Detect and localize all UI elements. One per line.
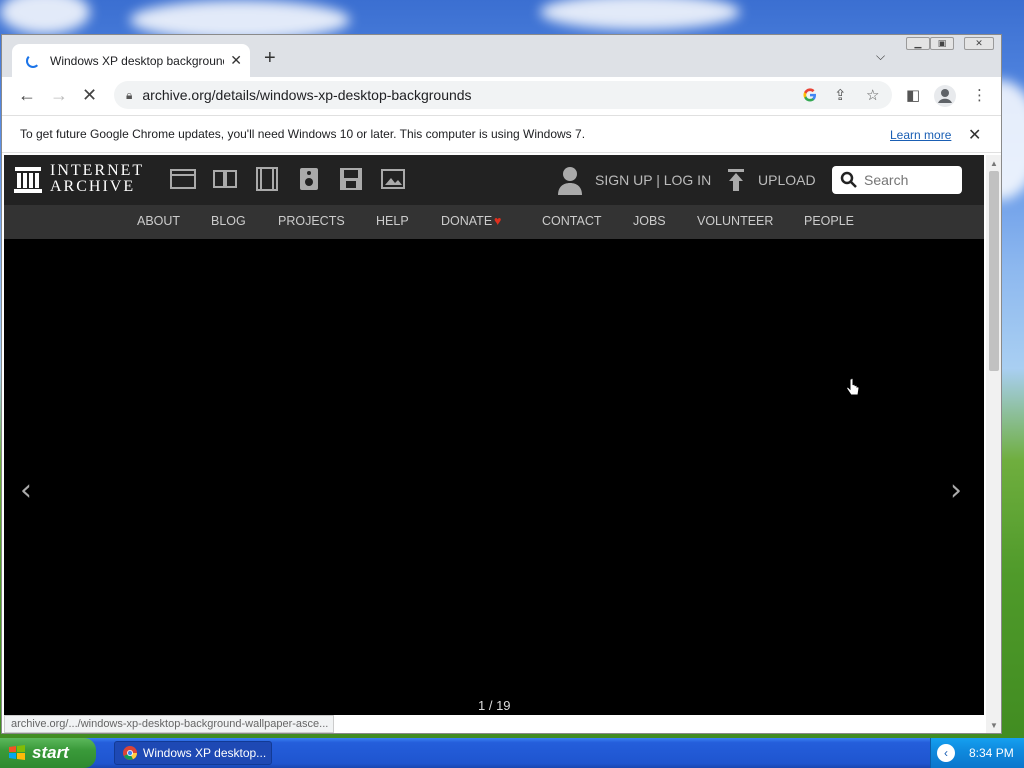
texts-icon[interactable] xyxy=(212,167,238,191)
nav-about[interactable]: ABOUT xyxy=(137,214,180,228)
wallpaper-cloud xyxy=(0,0,90,34)
image-counter: 1 / 19 xyxy=(478,698,511,713)
new-tab-button[interactable]: + xyxy=(264,47,276,70)
signup-login-link[interactable]: SIGN UP | LOG IN xyxy=(595,172,711,188)
ia-temple-icon xyxy=(14,167,42,193)
taskbar-chrome-button[interactable]: Windows XP desktop... xyxy=(114,741,272,765)
system-tray: ‹ 8:34 PM xyxy=(930,738,1024,768)
start-button[interactable]: start xyxy=(0,738,96,768)
images-icon[interactable] xyxy=(380,167,406,191)
nav-blog[interactable]: BLOG xyxy=(211,214,246,228)
forward-arrow-icon[interactable]: → xyxy=(50,85,68,106)
user-account-icon[interactable] xyxy=(556,165,584,195)
update-infobar: To get future Google Chrome updates, you… xyxy=(2,115,1001,153)
learn-more-link[interactable]: Learn more xyxy=(890,128,951,142)
browser-tab[interactable]: Windows XP desktop backgrounds : ✕ xyxy=(12,44,250,77)
next-image-icon[interactable]: › xyxy=(950,473,962,508)
close-window-button[interactable]: ✕ xyxy=(964,37,994,50)
chrome-icon xyxy=(123,746,137,760)
status-url-bubble: archive.org/.../windows-xp-desktop-backg… xyxy=(4,715,334,733)
ia-nav-bar: ABOUT BLOG PROJECTS HELP DONATE ♥ CONTAC… xyxy=(4,205,984,239)
donate-heart-icon: ♥ xyxy=(494,214,502,228)
browser-titlebar: Windows XP desktop backgrounds : ✕ + ⌵ ▁… xyxy=(2,35,1001,77)
nav-people[interactable]: PEOPLE xyxy=(804,214,854,228)
nav-jobs[interactable]: JOBS xyxy=(633,214,666,228)
share-icon[interactable]: ⇪ xyxy=(834,86,847,104)
side-panel-icon[interactable]: ◧ xyxy=(906,86,920,104)
bookmark-star-icon[interactable]: ☆ xyxy=(866,86,879,104)
taskbar: start Windows XP desktop... ‹ 8:34 PM xyxy=(0,738,1024,768)
google-icon[interactable] xyxy=(802,87,818,103)
nav-help[interactable]: HELP xyxy=(376,214,409,228)
tab-close-icon[interactable]: ✕ xyxy=(230,52,242,69)
ia-logo-line1: INTERNET xyxy=(50,162,145,179)
software-icon[interactable] xyxy=(338,167,364,191)
scroll-up-icon[interactable]: ▲ xyxy=(990,159,998,168)
scrollbar-thumb[interactable] xyxy=(989,171,999,371)
tab-title: Windows XP desktop backgrounds : xyxy=(50,53,225,68)
tray-chevron-icon[interactable]: ‹ xyxy=(937,744,955,762)
minimize-button[interactable]: ▁ xyxy=(906,37,930,50)
upload-icon[interactable] xyxy=(726,169,746,191)
ia-logo-text: INTERNET ARCHIVE xyxy=(50,163,144,195)
stop-icon[interactable]: ✕ xyxy=(82,85,97,106)
back-arrow-icon[interactable]: ← xyxy=(18,85,36,106)
upload-link[interactable]: UPLOAD xyxy=(758,172,816,188)
nav-volunteer[interactable]: VOLUNTEER xyxy=(697,214,773,228)
ia-logo[interactable]: INTERNET ARCHIVE xyxy=(14,163,144,195)
scroll-down-icon[interactable]: ▼ xyxy=(990,721,998,730)
nav-contact[interactable]: CONTACT xyxy=(542,214,602,228)
profile-avatar-icon[interactable] xyxy=(934,85,956,107)
loading-spinner-icon xyxy=(26,53,40,68)
ia-header: INTERNET ARCHIVE SIGN UP | LOG IN UPLOAD… xyxy=(4,155,984,205)
nav-donate[interactable]: DONATE xyxy=(441,214,492,228)
wallpaper-cloud xyxy=(540,0,740,30)
image-viewer-stage[interactable] xyxy=(4,239,984,715)
ia-logo-line2: ARCHIVE xyxy=(50,178,136,195)
clock[interactable]: 8:34 PM xyxy=(969,746,1014,760)
nav-projects[interactable]: PROJECTS xyxy=(278,214,345,228)
tab-search-chevron-icon[interactable]: ⌵ xyxy=(876,49,885,64)
browser-menu-icon[interactable]: ⋮ xyxy=(972,86,987,104)
page-content: INTERNET ARCHIVE SIGN UP | LOG IN UPLOAD… xyxy=(4,155,984,715)
address-url: archive.org/details/windows-xp-desktop-b… xyxy=(142,87,472,103)
windows-flag-icon xyxy=(9,745,25,760)
web-icon[interactable] xyxy=(170,167,196,191)
infobar-close-icon[interactable]: ✕ xyxy=(968,125,981,145)
restore-button[interactable]: ▣ xyxy=(930,37,954,50)
ia-search-box[interactable] xyxy=(832,166,962,194)
video-icon[interactable] xyxy=(254,167,280,191)
infobar-message: To get future Google Chrome updates, you… xyxy=(20,127,586,141)
page-scrollbar[interactable]: ▲ ▼ xyxy=(986,155,1001,733)
start-label: start xyxy=(32,743,69,762)
address-bar[interactable]: 🔒︎ archive.org/details/windows-xp-deskto… xyxy=(114,81,892,109)
audio-icon[interactable] xyxy=(296,167,322,191)
hand-cursor-icon xyxy=(846,378,860,396)
lock-icon: 🔒︎ xyxy=(126,87,133,102)
prev-image-icon[interactable]: ‹ xyxy=(20,473,32,508)
taskbar-chrome-label: Windows XP desktop... xyxy=(143,746,267,760)
search-input[interactable] xyxy=(864,172,954,188)
search-icon xyxy=(840,171,857,188)
